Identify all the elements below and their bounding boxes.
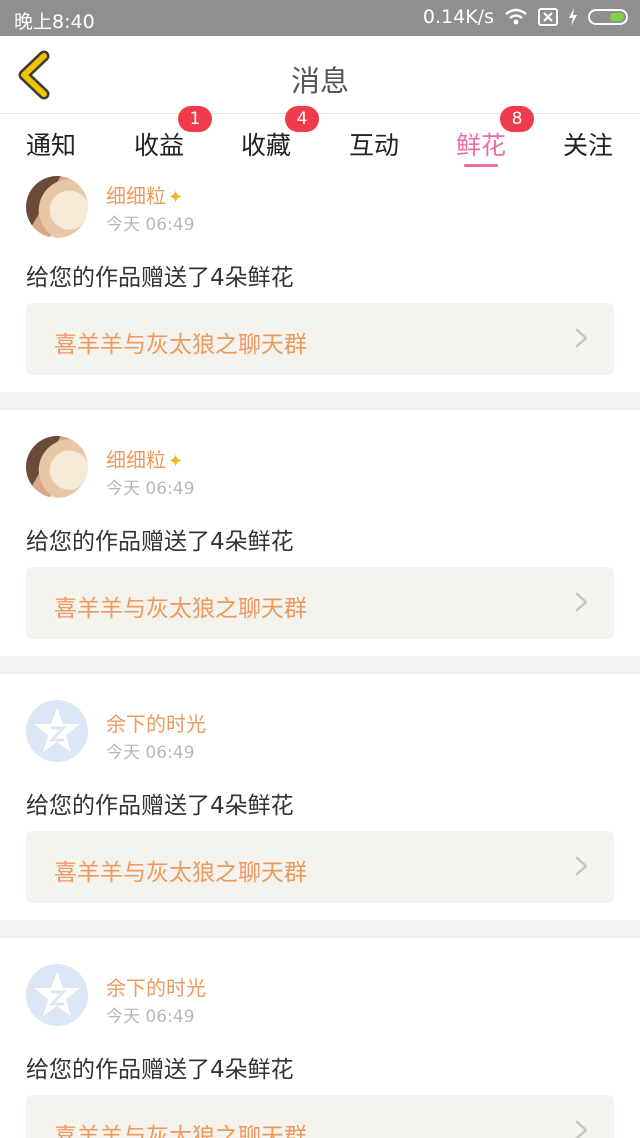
network-speed: 0.14K/s bbox=[422, 6, 494, 28]
tab-favorites[interactable]: 收藏 bbox=[241, 126, 291, 162]
user-name-text: 细细粒 bbox=[106, 448, 166, 472]
work-link[interactable]: 喜羊羊与灰太狼之聊天群 bbox=[26, 831, 614, 903]
work-title: 喜羊羊与灰太狼之聊天群 bbox=[54, 860, 307, 886]
message-text: 给您的作品赠送了4朵鲜花 bbox=[26, 793, 294, 819]
default-star-avatar[interactable] bbox=[26, 700, 88, 762]
user-name[interactable]: 余下的时光 bbox=[106, 972, 206, 1001]
earnings-badge: 1 bbox=[178, 106, 212, 132]
header: 消息 bbox=[0, 36, 640, 114]
flowers-badge: 8 bbox=[500, 106, 534, 132]
tab-interactions[interactable]: 互动 bbox=[349, 126, 399, 162]
message-time: 今天 06:49 bbox=[106, 479, 195, 499]
star-avatar-icon bbox=[34, 972, 80, 1016]
anime-avatar[interactable] bbox=[26, 436, 88, 498]
list-item: 余下的时光 今天 06:49 给您的作品赠送了4朵鲜花 喜羊羊与灰太狼之聊天群 bbox=[0, 674, 640, 920]
chevron-right-icon bbox=[575, 1120, 588, 1138]
favorites-badge: 4 bbox=[285, 106, 319, 132]
message-time: 今天 06:49 bbox=[106, 1007, 195, 1027]
message-text: 给您的作品赠送了4朵鲜花 bbox=[26, 265, 294, 291]
user-name-text: 细细粒 bbox=[106, 184, 166, 208]
status-icons: 0.14K/s bbox=[423, 6, 628, 28]
anime-avatar[interactable] bbox=[26, 176, 88, 238]
sim-icon bbox=[538, 8, 558, 26]
list-item: 余下的时光 今天 06:49 给您的作品赠送了4朵鲜花 喜羊羊与灰太狼之聊天群 bbox=[0, 938, 640, 1138]
wifi-icon bbox=[505, 8, 527, 25]
work-title: 喜羊羊与灰太狼之聊天群 bbox=[54, 332, 307, 358]
message-time: 今天 06:49 bbox=[106, 743, 195, 763]
work-link[interactable]: 喜羊羊与灰太狼之聊天群 bbox=[26, 567, 614, 639]
default-star-avatar[interactable] bbox=[26, 964, 88, 1026]
list-item: 细细粒 ✦ 今天 06:49 给您的作品赠送了4朵鲜花 喜羊羊与灰太狼之聊天群 bbox=[0, 410, 640, 656]
chevron-right-icon bbox=[575, 328, 588, 348]
message-text: 给您的作品赠送了4朵鲜花 bbox=[26, 529, 294, 555]
message-time: 今天 06:49 bbox=[106, 215, 195, 235]
tab-follows[interactable]: 关注 bbox=[563, 126, 613, 162]
work-title: 喜羊羊与灰太狼之聊天群 bbox=[54, 596, 307, 622]
page-title: 消息 bbox=[290, 64, 349, 98]
divider bbox=[0, 392, 640, 410]
divider bbox=[0, 656, 640, 674]
active-tab-indicator bbox=[464, 164, 498, 167]
user-name[interactable]: 细细粒 ✦ bbox=[106, 444, 183, 473]
user-name[interactable]: 余下的时光 bbox=[106, 708, 206, 737]
star-avatar-icon bbox=[34, 708, 80, 752]
status-bar: 晚上8:40 0.14K/s bbox=[0, 0, 640, 36]
chevron-right-icon bbox=[575, 592, 588, 612]
list-item: 细细粒 ✦ 今天 06:49 给您的作品赠送了4朵鲜花 喜羊羊与灰太狼之聊天群 bbox=[0, 174, 640, 392]
sparkle-icon: ✦ bbox=[168, 187, 184, 208]
work-link[interactable]: 喜羊羊与灰太狼之聊天群 bbox=[26, 303, 614, 375]
battery-icon bbox=[588, 9, 628, 25]
work-link[interactable]: 喜羊羊与灰太狼之聊天群 bbox=[26, 1095, 614, 1138]
tab-notifications[interactable]: 通知 bbox=[26, 126, 76, 162]
work-title: 喜羊羊与灰太狼之聊天群 bbox=[54, 1124, 307, 1138]
charging-icon bbox=[569, 8, 577, 26]
chevron-right-icon bbox=[575, 856, 588, 876]
status-time: 晚上8:40 bbox=[14, 11, 95, 33]
tab-flowers[interactable]: 鲜花 bbox=[456, 126, 506, 162]
sparkle-icon: ✦ bbox=[168, 451, 184, 472]
divider bbox=[0, 920, 640, 938]
message-text: 给您的作品赠送了4朵鲜花 bbox=[26, 1057, 294, 1083]
tab-earnings[interactable]: 收益 bbox=[134, 126, 184, 162]
tab-bar: 通知 收益 1 收藏 4 互动 鲜花 8 关注 bbox=[0, 106, 640, 174]
user-name[interactable]: 细细粒 ✦ bbox=[106, 180, 183, 209]
